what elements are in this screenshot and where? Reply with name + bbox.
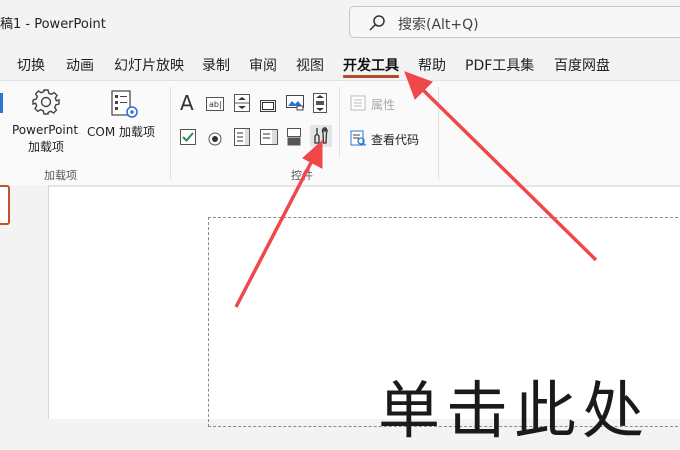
- arrow-to-developer-tab: [416, 83, 598, 262]
- arrow-to-controls: [234, 154, 317, 308]
- arrow-head-controls: [302, 139, 323, 169]
- annotation-arrows: [234, 71, 598, 308]
